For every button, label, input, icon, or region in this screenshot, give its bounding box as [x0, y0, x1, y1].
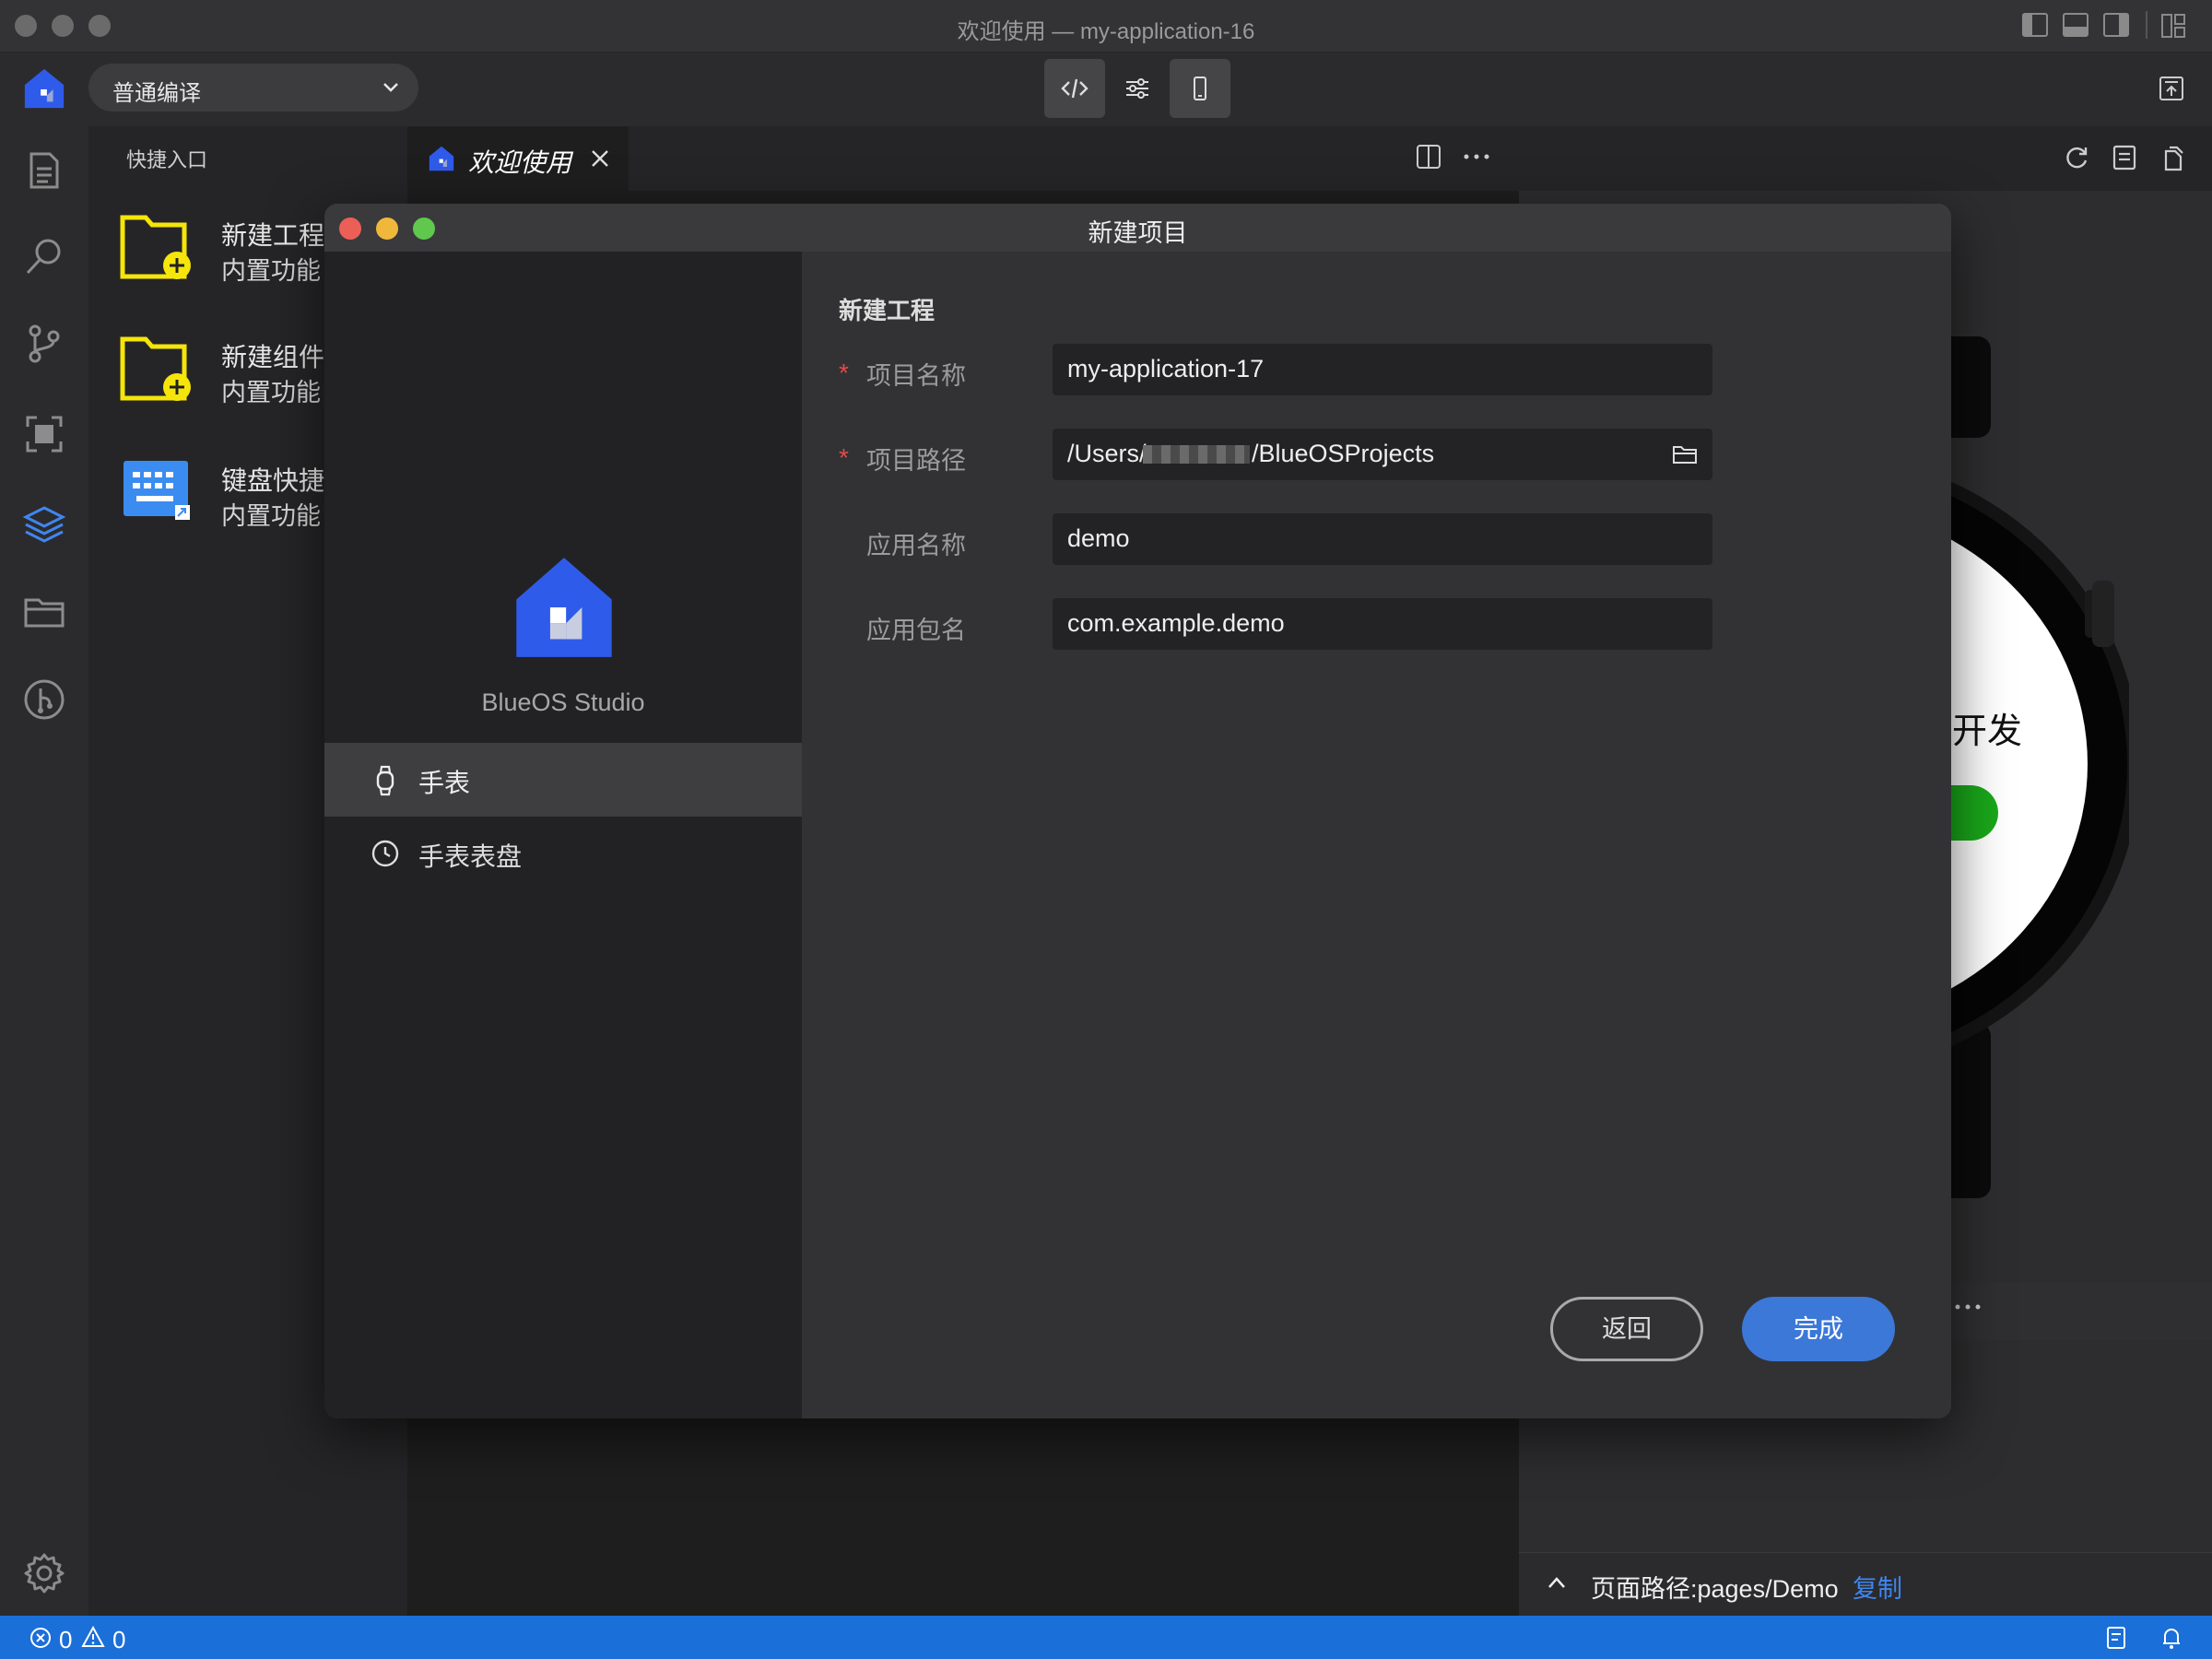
sidebar-item-title: 键盘快捷 [221, 466, 325, 495]
split-editor-icon[interactable] [1416, 144, 1441, 170]
folder-add-icon [120, 336, 191, 401]
keyboard-icon [124, 461, 190, 520]
field-label-project-name: 项目名称 [866, 362, 966, 390]
project-form-panel [802, 252, 1951, 1418]
required-mark: * [839, 359, 849, 387]
refresh-icon[interactable] [2063, 144, 2090, 171]
source-control-icon[interactable] [22, 322, 66, 366]
required-mark: * [839, 443, 849, 472]
chevron-down-icon [383, 83, 398, 92]
error-icon[interactable] [29, 1627, 52, 1649]
toggle-primary-sidebar-icon[interactable] [2022, 13, 2048, 37]
code-icon [1061, 78, 1088, 99]
document-icon[interactable] [2111, 144, 2138, 171]
category-label: 手表表盘 [418, 842, 523, 871]
chevron-up-icon[interactable] [1547, 1575, 1567, 1590]
page-path-bar: 页面路径:pages/Demo 复制 [1519, 1552, 2212, 1617]
category-label: 手表 [418, 769, 471, 797]
package-name-value: com.example.demo [1067, 609, 1285, 637]
bell-icon[interactable] [2160, 1625, 2183, 1651]
sidebar-title: 快捷入口 [126, 148, 208, 171]
blueos-logo-icon [429, 146, 454, 171]
customize-layout-icon[interactable] [2160, 13, 2188, 39]
screen-capture-icon[interactable] [22, 412, 66, 456]
package-name-input[interactable]: com.example.demo [1053, 598, 1712, 650]
explorer-icon[interactable] [22, 148, 66, 193]
status-bar: 0 0 [0, 1616, 2212, 1659]
blueos-logo-icon [22, 66, 66, 111]
error-count[interactable]: 0 [59, 1626, 72, 1654]
more-actions-icon[interactable] [1954, 1294, 1983, 1320]
compile-mode-label: 普通编译 [112, 81, 201, 106]
app-name-input[interactable]: demo [1053, 513, 1712, 565]
sidebar-item-subtitle: 内置功能 [221, 379, 321, 406]
folder-add-icon [120, 215, 191, 279]
close-icon[interactable] [590, 148, 610, 169]
sidebar-item-subtitle: 内置功能 [221, 502, 321, 530]
phone-icon [1194, 76, 1206, 100]
category-watch[interactable]: 手表 [324, 743, 802, 817]
sidebar-item-title: 新建组件 [221, 343, 325, 371]
window-titlebar: 欢迎使用 — my-application-16 [0, 0, 2212, 53]
sliders-icon [1126, 78, 1148, 99]
project-path-prefix: /Users/ [1067, 440, 1147, 467]
page-path-text: 页面路径:pages/Demo [1591, 1575, 1839, 1603]
copy-pages-icon[interactable] [2159, 144, 2186, 171]
project-path-suffix: /BlueOSProjects [1252, 440, 1435, 467]
code-view-button[interactable] [1044, 59, 1105, 118]
gear-icon[interactable] [22, 1551, 66, 1595]
toggle-panel-icon[interactable] [2063, 13, 2088, 37]
warning-icon[interactable] [81, 1626, 105, 1648]
folders-icon[interactable] [22, 589, 66, 633]
window-title: 欢迎使用 — my-application-16 [957, 19, 1255, 44]
done-button[interactable]: 完成 [1742, 1297, 1895, 1361]
section-title: 新建工程 [839, 297, 935, 324]
clock-icon [371, 840, 399, 867]
redacted-username [1143, 445, 1250, 464]
project-type-panel: BlueOS Studio 手表 手表表盘 [324, 252, 802, 1418]
toggle-secondary-sidebar-icon[interactable] [2103, 13, 2129, 37]
project-path-input[interactable]: /Users/ /BlueOSProjects [1053, 429, 1712, 480]
feedback-icon[interactable] [2105, 1625, 2129, 1651]
publish-icon[interactable] [2157, 74, 2186, 103]
warning-count[interactable]: 0 [112, 1626, 125, 1654]
field-label-package-name: 应用包名 [866, 617, 966, 644]
back-button[interactable]: 返回 [1550, 1297, 1703, 1361]
tab-label: 欢迎使用 [468, 148, 572, 177]
dialog-titlebar: 新建项目 [324, 204, 1951, 252]
sidebar-item-title: 新建工程 [221, 221, 325, 250]
watch-screen-text: 开发 [1952, 712, 2023, 751]
folder-browse-icon[interactable] [1672, 443, 1698, 465]
field-label-project-path: 项目路径 [866, 447, 966, 475]
field-label-app-name: 应用名称 [866, 532, 966, 559]
app-name-value: demo [1067, 524, 1130, 552]
compile-mode-select[interactable]: 普通编译 [88, 64, 418, 112]
brand-label: BlueOS Studio [481, 688, 645, 716]
layers-icon[interactable] [22, 502, 66, 547]
tab-welcome[interactable]: 欢迎使用 [407, 126, 629, 191]
project-name-value: my-application-17 [1067, 355, 1265, 382]
device-preview-button[interactable] [1170, 59, 1230, 118]
search-icon[interactable] [22, 235, 66, 279]
settings-adjust-button[interactable] [1107, 59, 1168, 118]
blueos-logo-icon [516, 558, 612, 657]
watch-icon [376, 765, 394, 796]
project-name-input[interactable]: my-application-17 [1053, 344, 1712, 395]
preview-toolbar [1519, 126, 2212, 191]
dialog-title: 新建项目 [1088, 219, 1188, 247]
more-actions-icon[interactable] [1462, 144, 1491, 170]
copy-path-link[interactable]: 复制 [1853, 1569, 1902, 1605]
git-graph-icon[interactable] [22, 677, 66, 722]
category-watch-face[interactable]: 手表表盘 [324, 817, 802, 890]
sidebar-item-subtitle: 内置功能 [221, 257, 321, 285]
new-project-dialog: 新建项目 BlueOS Studio 手表 手表表盘 新建工程 * 项目名称 m… [324, 204, 1951, 1418]
preview-sub-toolbar [1952, 1283, 2212, 1340]
